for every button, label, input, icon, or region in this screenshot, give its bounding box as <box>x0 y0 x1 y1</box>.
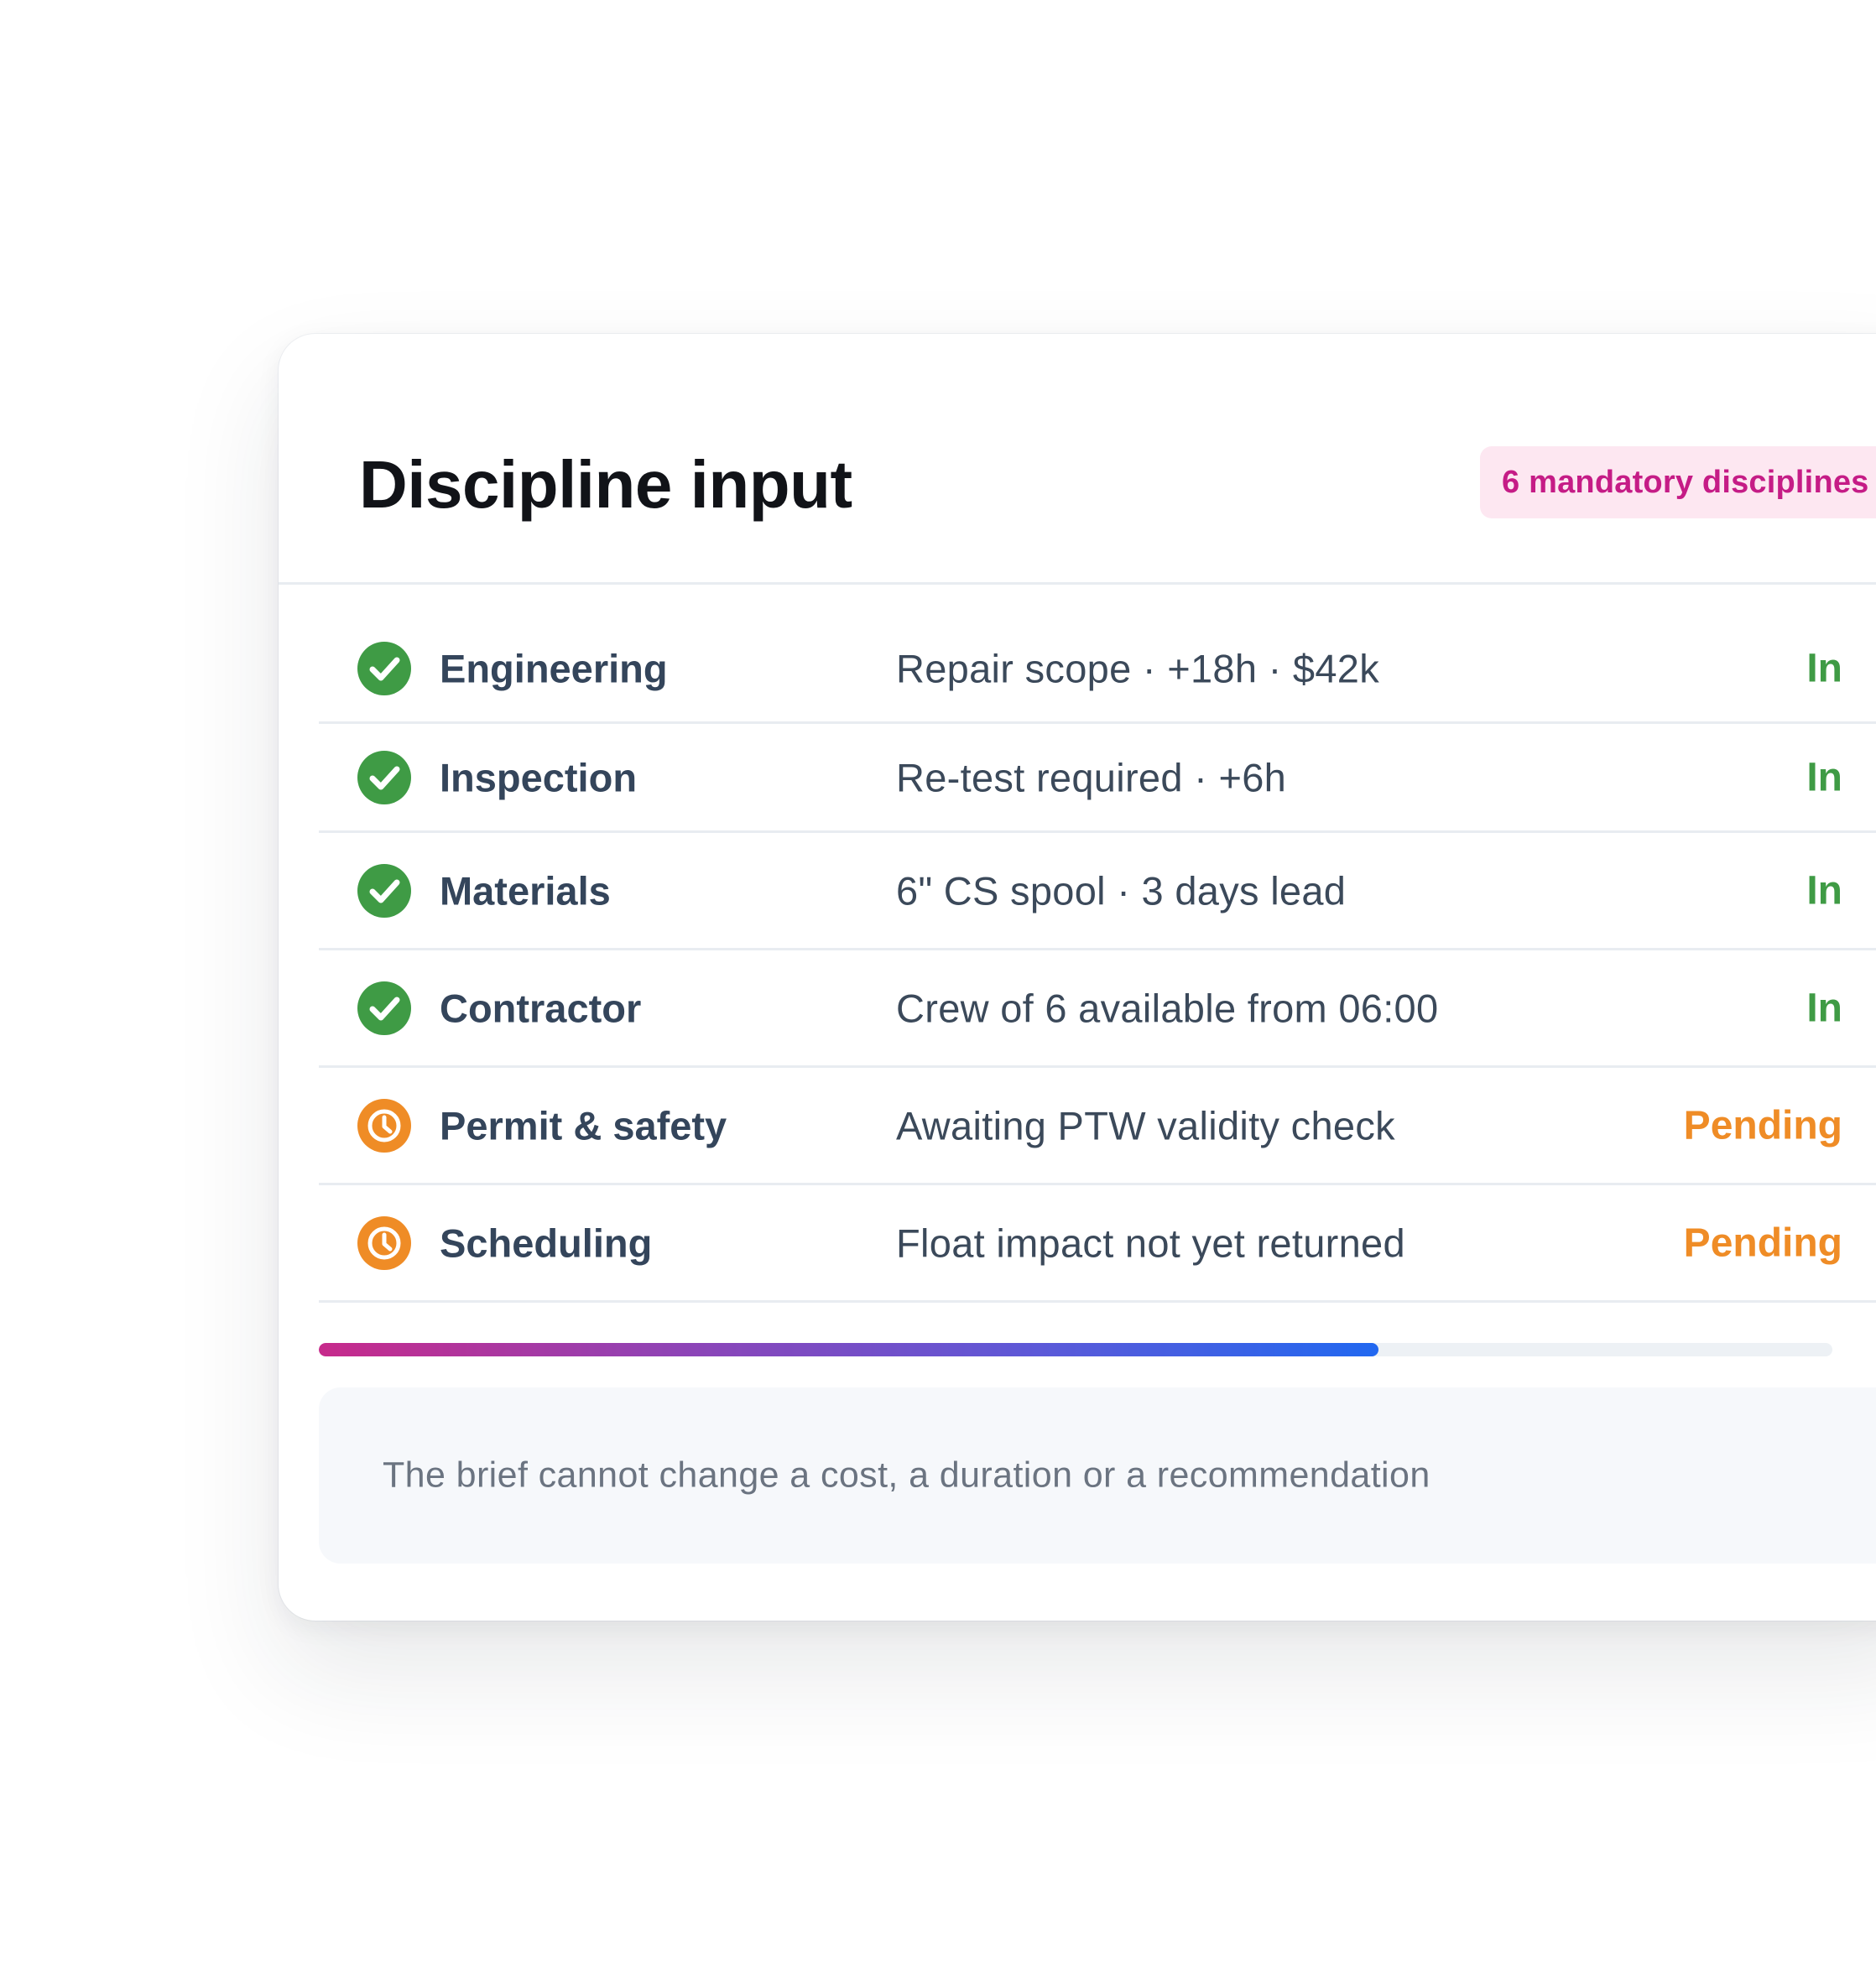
check-circle-icon <box>357 750 411 804</box>
discipline-row-permit-safety[interactable]: Permit & safety Awaiting PTW validity ch… <box>319 1068 1876 1185</box>
discipline-detail: Re-test required · +6h <box>896 755 1287 799</box>
clock-icon <box>357 1215 411 1270</box>
discipline-row-scheduling[interactable]: Scheduling Float impact not yet returned… <box>319 1185 1876 1303</box>
page: Discipline input 6 mandatory disciplines… <box>0 0 1876 1983</box>
discipline-detail: Crew of 6 available from 06:00 <box>896 986 1439 1030</box>
discipline-name: Scheduling <box>440 1221 653 1265</box>
discipline-progress-bar <box>319 1343 1832 1356</box>
discipline-status: In <box>1806 868 1842 913</box>
check-circle-icon <box>357 863 411 918</box>
discipline-row-engineering[interactable]: Engineering Repair scope · +18h · $42k I… <box>319 615 1876 724</box>
card-header: Discipline input 6 mandatory disciplines <box>279 334 1876 585</box>
discipline-status: Pending <box>1683 1103 1842 1148</box>
discipline-status: Pending <box>1683 1221 1842 1265</box>
brief-note: The brief cannot change a cost, a durati… <box>319 1387 1876 1564</box>
check-circle-icon <box>357 641 411 695</box>
discipline-name: Contractor <box>440 986 642 1030</box>
check-circle-icon <box>357 981 411 1035</box>
discipline-name: Inspection <box>440 755 638 799</box>
discipline-status: In <box>1806 646 1842 690</box>
progress-fill <box>319 1343 1378 1356</box>
discipline-input-card: Discipline input 6 mandatory disciplines… <box>279 334 1876 1621</box>
discipline-detail: Float impact not yet returned <box>896 1221 1405 1265</box>
discipline-status: In <box>1806 986 1842 1030</box>
discipline-detail: Awaiting PTW validity check <box>896 1103 1395 1148</box>
discipline-row-materials[interactable]: Materials 6" CS spool · 3 days lead In <box>319 833 1876 950</box>
discipline-status: In <box>1806 755 1842 799</box>
discipline-name: Engineering <box>440 646 668 690</box>
mandatory-disciplines-badge: 6 mandatory disciplines <box>1480 446 1876 518</box>
discipline-detail: 6" CS spool · 3 days lead <box>896 868 1347 913</box>
discipline-row-contractor[interactable]: Contractor Crew of 6 available from 06:0… <box>319 950 1876 1068</box>
discipline-detail: Repair scope · +18h · $42k <box>896 646 1380 690</box>
brief-note-text: The brief cannot change a cost, a durati… <box>383 1455 1430 1496</box>
discipline-name: Permit & safety <box>440 1103 727 1148</box>
discipline-name: Materials <box>440 868 611 913</box>
discipline-list: Engineering Repair scope · +18h · $42k I… <box>319 615 1876 1303</box>
card-title: Discipline input <box>359 447 852 522</box>
clock-icon <box>357 1098 411 1153</box>
discipline-row-inspection[interactable]: Inspection Re-test required · +6h In <box>319 724 1876 833</box>
